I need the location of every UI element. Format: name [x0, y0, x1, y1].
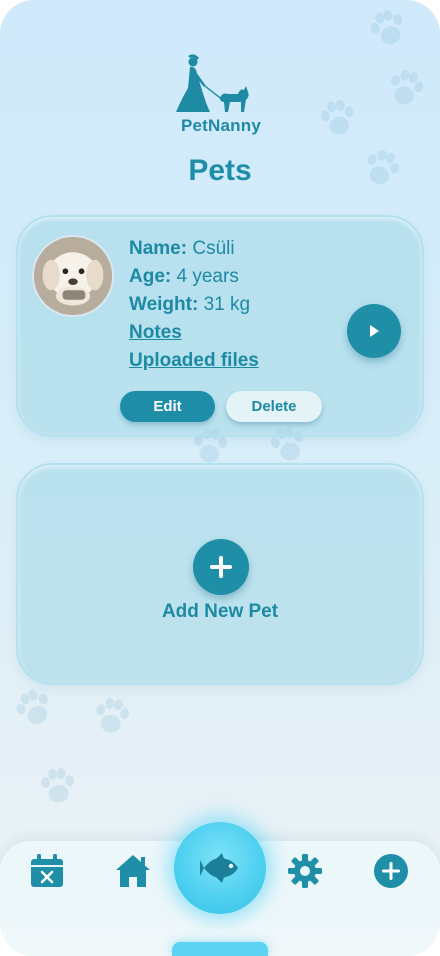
pet-avatar[interactable]	[32, 235, 114, 317]
pet-weight-label: Weight:	[129, 294, 199, 315]
pet-name-value: Csüli	[192, 238, 235, 259]
pet-details-button[interactable]	[347, 304, 401, 358]
nav-pets-active[interactable]	[174, 822, 266, 914]
nav-calendar[interactable]	[27, 851, 67, 891]
plus-circle-icon	[374, 854, 408, 888]
paw-print-icon	[360, 0, 416, 56]
pet-name-label: Name:	[129, 238, 188, 259]
play-arrow-icon	[370, 325, 379, 337]
app-screen: PetNanny Pets Name: Csüli Age: 4 years W…	[0, 0, 440, 956]
page-title: Pets	[188, 154, 252, 187]
notes-link[interactable]: Notes	[129, 319, 259, 347]
pet-name-row: Name: Csüli	[129, 235, 259, 263]
uploaded-files-link[interactable]: Uploaded files	[129, 347, 259, 375]
home-icon	[116, 855, 150, 887]
nav-home[interactable]	[113, 851, 153, 891]
add-pet-label: Add New Pet	[161, 601, 279, 622]
pet-weight-value: 31 kg	[203, 294, 251, 315]
pet-age-label: Age:	[129, 266, 172, 287]
home-indicator	[172, 942, 268, 956]
petnanny-logo: PetNanny	[166, 52, 276, 138]
paw-print-icon	[5, 679, 63, 737]
pet-age-row: Age: 4 years	[129, 263, 259, 291]
gear-icon	[288, 854, 322, 888]
pet-card: Name: Csüli Age: 4 years Weight: 31 kg N…	[16, 215, 424, 437]
puppy-photo-icon	[34, 237, 112, 315]
woman-walking-dog-logo-icon	[176, 54, 249, 112]
paw-print-icon	[379, 61, 433, 115]
fish-icon	[200, 853, 238, 883]
nav-add[interactable]	[371, 851, 411, 891]
calendar-x-icon	[31, 854, 63, 887]
paw-print-icon	[313, 93, 364, 144]
plus-icon	[210, 556, 232, 578]
pet-age-value: 4 years	[176, 266, 239, 287]
delete-button[interactable]: Delete	[226, 391, 322, 422]
paw-print-icon	[87, 691, 138, 742]
edit-button[interactable]: Edit	[120, 391, 215, 422]
logo-text: PetNanny	[180, 116, 261, 135]
paw-print-icon	[34, 762, 82, 810]
nav-settings[interactable]	[285, 851, 325, 891]
add-pet-card[interactable]: Add New Pet	[16, 463, 424, 685]
pet-weight-row: Weight: 31 kg	[129, 291, 259, 319]
add-pet-button[interactable]	[193, 539, 249, 595]
pet-info: Name: Csüli Age: 4 years Weight: 31 kg N…	[129, 235, 259, 375]
